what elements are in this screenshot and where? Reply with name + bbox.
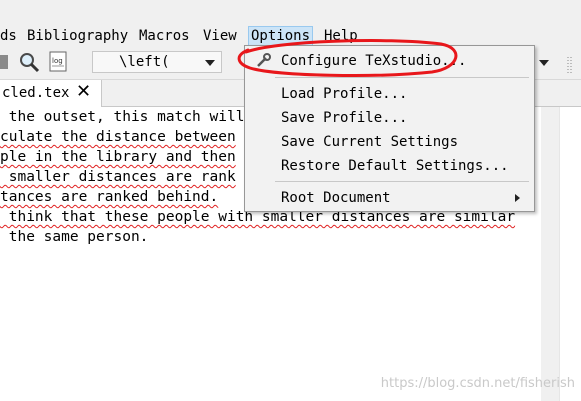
- stop-icon[interactable]: [0, 51, 18, 73]
- tab-document[interactable]: cled.tex ✕: [0, 80, 102, 107]
- menu-item-root-document[interactable]: Root Document: [245, 187, 534, 209]
- menu-item-label: Root Document: [281, 190, 391, 206]
- menu-bar: ds Bibliography Macros View Options Help: [0, 0, 581, 47]
- menu-item-label: Load Profile...: [281, 86, 408, 102]
- menu-tools[interactable]: ds: [0, 27, 19, 46]
- chevron-down-icon[interactable]: [205, 60, 215, 66]
- menu-item-restore-default-settings[interactable]: Restore Default Settings...: [245, 155, 534, 177]
- menu-item-load-profile[interactable]: Load Profile...: [245, 83, 534, 105]
- menu-separator: [275, 77, 529, 78]
- menu-separator: [275, 181, 529, 182]
- menu-item-label: Restore Default Settings...: [281, 158, 509, 174]
- editor-line-text: culate the distance between: [0, 129, 236, 145]
- editor-line-text: the outset, this match will: [0, 109, 245, 125]
- close-icon[interactable]: ✕: [76, 81, 91, 102]
- wrench-icon: [255, 53, 271, 69]
- menu-options[interactable]: Options: [248, 26, 314, 47]
- editor-line-text: smaller distances are rank: [0, 169, 236, 185]
- editor-line: the outset, this match will: [0, 107, 245, 127]
- menu-bibliography[interactable]: Bibliography: [25, 27, 130, 46]
- symbol-combo-value: \left(: [119, 54, 170, 70]
- svg-text:log: log: [52, 57, 63, 65]
- editor-line: smaller distances are rank: [0, 167, 236, 187]
- menu-item-label: Save Current Settings: [281, 134, 459, 150]
- chevron-down-icon[interactable]: [537, 52, 551, 72]
- toolbar-handle-icon[interactable]: [566, 55, 576, 75]
- chevron-right-icon: [515, 194, 520, 202]
- menu-view[interactable]: View: [201, 27, 239, 46]
- find-icon[interactable]: [18, 51, 40, 73]
- vertical-scrollbar[interactable]: [541, 107, 559, 401]
- menu-item-save-current-settings[interactable]: Save Current Settings: [245, 131, 534, 153]
- options-menu: Configure TeXstudio... Load Profile... S…: [244, 45, 535, 212]
- editor-line: the same person.: [0, 227, 149, 247]
- menu-item-label: Save Profile...: [281, 110, 408, 126]
- menu-item-label: Configure TeXstudio...: [281, 53, 467, 69]
- menu-item-configure-texstudio[interactable]: Configure TeXstudio...: [245, 50, 534, 72]
- editor-line: ple in the library and then: [0, 147, 236, 167]
- menu-item-save-profile[interactable]: Save Profile...: [245, 107, 534, 129]
- editor-line-text: ple in the library and then: [0, 149, 236, 165]
- editor-line: tances are ranked behind.: [0, 187, 218, 207]
- editor-line: culate the distance between: [0, 127, 236, 147]
- log-icon[interactable]: log: [48, 51, 70, 73]
- menu-macros[interactable]: Macros: [137, 27, 192, 46]
- tab-label: cled.tex: [2, 85, 70, 101]
- editor-line-text: the same person.: [0, 229, 149, 245]
- menu-help[interactable]: Help: [322, 27, 360, 46]
- side-panel-strip: [559, 107, 581, 401]
- editor-line-text: tances are ranked behind.: [0, 189, 219, 205]
- watermark: https://blog.csdn.net/fisherish: [380, 376, 575, 391]
- symbol-combo[interactable]: \left(: [92, 51, 222, 73]
